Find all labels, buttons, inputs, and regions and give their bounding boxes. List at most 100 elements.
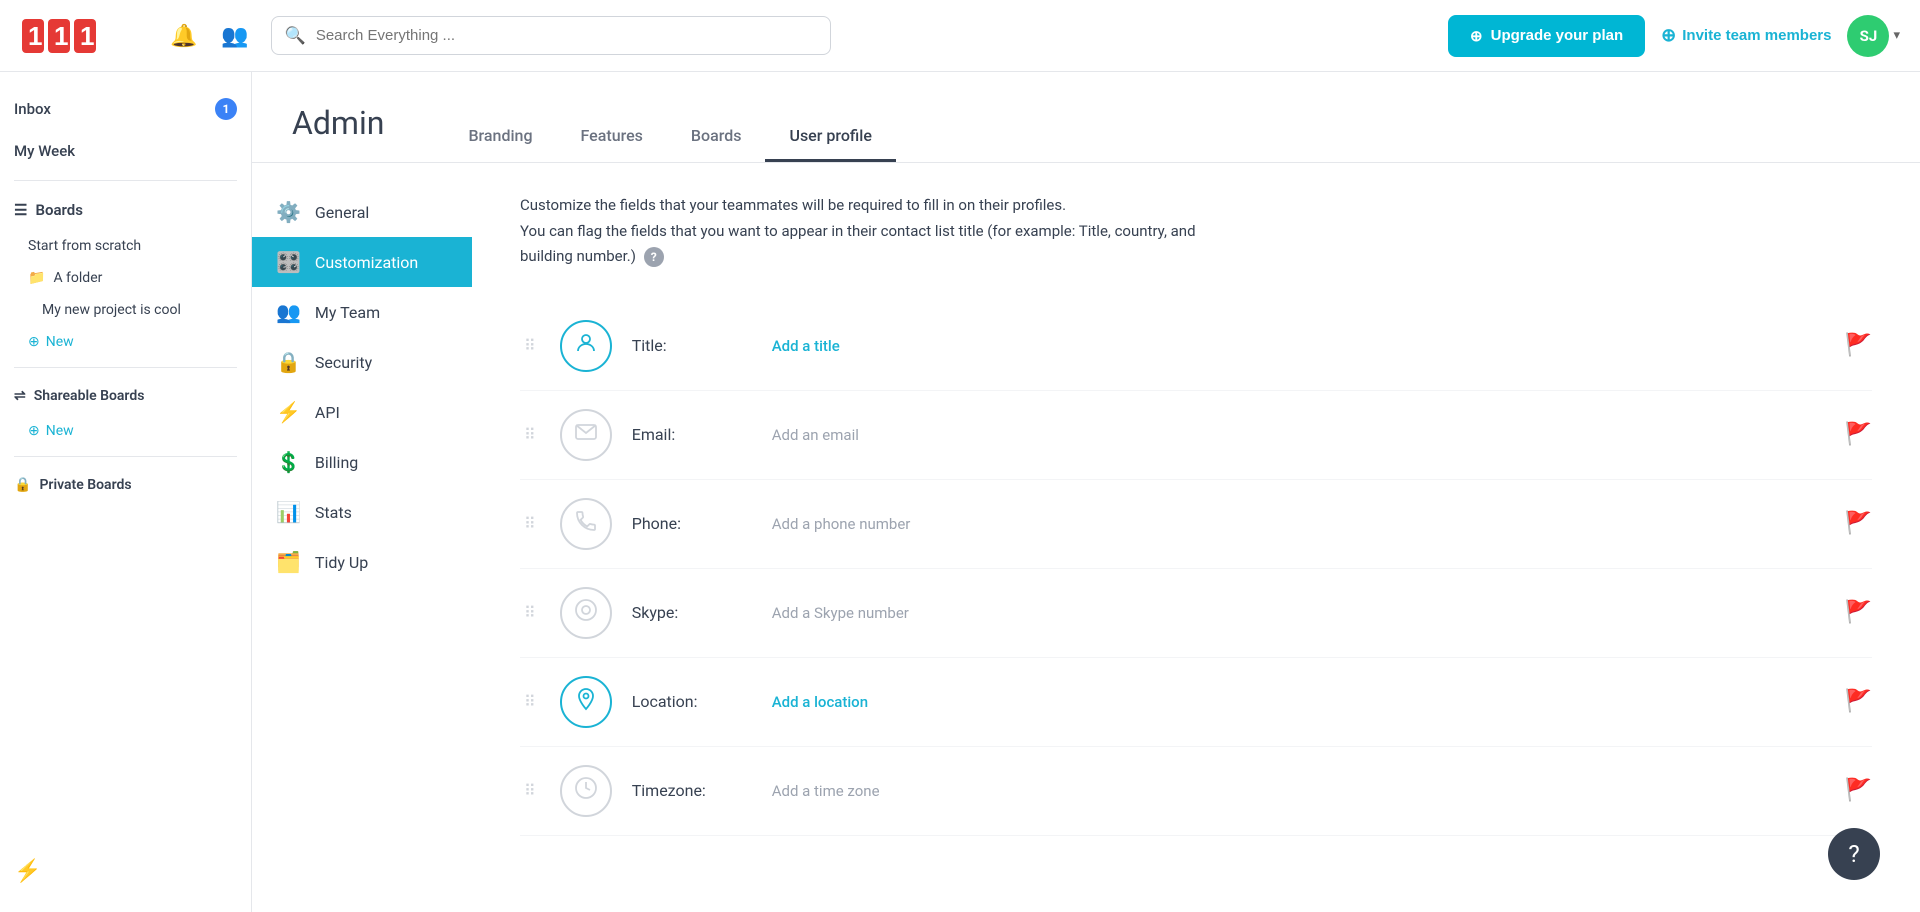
avatar[interactable]: SJ bbox=[1847, 15, 1889, 57]
new-label-2: New bbox=[46, 423, 74, 439]
drag-handle-timezone[interactable]: ⠿ bbox=[520, 781, 540, 800]
email-field-icon bbox=[574, 420, 598, 450]
boards-label: Boards bbox=[35, 201, 82, 219]
sidebar-project[interactable]: My new project is cool bbox=[0, 295, 251, 325]
field-icon-wrap-title bbox=[560, 320, 612, 372]
phone-field-icon bbox=[574, 509, 598, 539]
new-plus-icon-1: ⊕ bbox=[28, 334, 40, 350]
phone-value[interactable]: Add a phone number bbox=[772, 515, 1825, 533]
billing-label: Billing bbox=[315, 453, 358, 472]
field-icon-wrap-timezone bbox=[560, 765, 612, 817]
sidebar-divider-1 bbox=[14, 180, 237, 181]
body: Inbox 1 My Week ☰ Boards Start from scra… bbox=[0, 72, 1920, 912]
tab-user-profile[interactable]: User profile bbox=[765, 112, 895, 162]
drag-handle-location[interactable]: ⠿ bbox=[520, 692, 540, 711]
title-value[interactable]: Add a title bbox=[772, 337, 1825, 355]
security-icon: 🔒 bbox=[276, 350, 301, 374]
tab-boards[interactable]: Boards bbox=[667, 112, 766, 162]
admin-sidebar: ⚙️ General 🎛️ Customization 👥 My Team 🔒 … bbox=[252, 163, 472, 912]
profile-content: Customize the fields that your teammates… bbox=[472, 163, 1920, 912]
title-flag-icon[interactable]: 🚩 bbox=[1845, 333, 1872, 358]
admin-menu-stats[interactable]: 📊 Stats bbox=[252, 487, 472, 537]
sidebar-new-button-2[interactable]: ⊕ New bbox=[0, 416, 251, 446]
admin-tabs: Branding Features Boards User profile bbox=[444, 112, 895, 162]
shareable-label: Shareable Boards bbox=[34, 388, 145, 404]
drag-handle-skype[interactable]: ⠿ bbox=[520, 603, 540, 622]
admin-menu-billing[interactable]: 💲 Billing bbox=[252, 437, 472, 487]
invite-button[interactable]: ⊕ Invite team members bbox=[1661, 25, 1831, 46]
avatar-initials: SJ bbox=[1860, 27, 1878, 45]
header: 1 1 1 🔔 👥 🔍 ⊕ Upgrade your plan ⊕ Invite… bbox=[0, 0, 1920, 72]
search-icon: 🔍 bbox=[285, 26, 306, 46]
field-timezone: ⠿ Timezone: Add a time zone 🚩 bbox=[520, 747, 1872, 836]
admin-menu-customization[interactable]: 🎛️ Customization bbox=[252, 237, 472, 287]
skype-flag-icon[interactable]: 🚩 bbox=[1845, 600, 1872, 625]
sidebar-private-boards[interactable]: 🔒 Private Boards bbox=[0, 467, 251, 503]
private-label: Private Boards bbox=[39, 477, 131, 493]
invite-label: Invite team members bbox=[1682, 27, 1831, 44]
skype-value[interactable]: Add a Skype number bbox=[772, 604, 1825, 622]
location-value[interactable]: Add a location bbox=[772, 693, 1825, 711]
svg-text:1: 1 bbox=[54, 21, 68, 51]
billing-icon: 💲 bbox=[276, 450, 301, 474]
team-button[interactable]: 👥 bbox=[215, 17, 254, 55]
svg-text:1: 1 bbox=[80, 21, 94, 51]
drag-handle-title[interactable]: ⠿ bbox=[520, 336, 540, 355]
admin-menu-tidy-up[interactable]: 🗂️ Tidy Up bbox=[252, 537, 472, 587]
upgrade-button[interactable]: ⊕ Upgrade your plan bbox=[1448, 15, 1645, 57]
help-icon: ? bbox=[1848, 840, 1859, 868]
security-label: Security bbox=[315, 353, 372, 372]
field-icon-wrap-location bbox=[560, 676, 612, 728]
sidebar-item-inbox[interactable]: Inbox 1 bbox=[0, 88, 251, 130]
sidebar-item-my-week[interactable]: My Week bbox=[0, 132, 251, 170]
tab-branding[interactable]: Branding bbox=[444, 112, 556, 162]
avatar-caret[interactable]: ▾ bbox=[1893, 28, 1900, 43]
sidebar-boards-header[interactable]: ☰ Boards bbox=[0, 191, 251, 229]
admin-menu-general[interactable]: ⚙️ General bbox=[252, 187, 472, 237]
tidy-up-label: Tidy Up bbox=[315, 553, 368, 572]
field-icon-wrap-email bbox=[560, 409, 612, 461]
upgrade-label: Upgrade your plan bbox=[1491, 27, 1624, 44]
admin-title: Admin bbox=[292, 104, 384, 162]
my-team-label: My Team bbox=[315, 303, 380, 322]
sidebar-divider-3 bbox=[14, 456, 237, 457]
tab-features[interactable]: Features bbox=[557, 112, 667, 162]
search-input[interactable] bbox=[271, 16, 831, 55]
phone-label: Phone: bbox=[632, 514, 752, 533]
customization-label: Customization bbox=[315, 253, 418, 272]
folder-label: A folder bbox=[53, 270, 102, 286]
timezone-flag-icon[interactable]: 🚩 bbox=[1845, 778, 1872, 803]
share-icon: ⇌ bbox=[14, 388, 26, 404]
email-flag-icon[interactable]: 🚩 bbox=[1845, 422, 1872, 447]
invite-plus-icon: ⊕ bbox=[1661, 25, 1676, 46]
skype-label: Skype: bbox=[632, 603, 752, 622]
notifications-button[interactable]: 🔔 bbox=[164, 17, 203, 55]
timezone-value[interactable]: Add a time zone bbox=[772, 782, 1825, 800]
admin-menu-security[interactable]: 🔒 Security bbox=[252, 337, 472, 387]
lock-icon: 🔒 bbox=[14, 477, 31, 493]
sidebar-folder[interactable]: 📁 A folder bbox=[0, 263, 251, 293]
stats-icon: 📊 bbox=[276, 500, 301, 524]
boards-hamburger-icon: ☰ bbox=[14, 201, 27, 219]
upgrade-icon: ⊕ bbox=[1470, 27, 1483, 45]
main: Admin Branding Features Boards User prof… bbox=[252, 72, 1920, 912]
title-label: Title: bbox=[632, 336, 752, 355]
timezone-label: Timezone: bbox=[632, 781, 752, 800]
api-label: API bbox=[315, 403, 340, 422]
email-value[interactable]: Add an email bbox=[772, 426, 1825, 444]
drag-handle-email[interactable]: ⠿ bbox=[520, 425, 540, 444]
description-help-icon[interactable]: ? bbox=[644, 247, 664, 267]
email-label: Email: bbox=[632, 425, 752, 444]
drag-handle-phone[interactable]: ⠿ bbox=[520, 514, 540, 533]
help-bubble[interactable]: ? bbox=[1828, 828, 1880, 880]
lightning-icon[interactable]: ⚡ bbox=[14, 859, 41, 884]
logo[interactable]: 1 1 1 bbox=[20, 11, 140, 61]
app-root: 1 1 1 🔔 👥 🔍 ⊕ Upgrade your plan ⊕ Invite… bbox=[0, 0, 1920, 912]
phone-flag-icon[interactable]: 🚩 bbox=[1845, 511, 1872, 536]
sidebar-start-scratch[interactable]: Start from scratch bbox=[0, 231, 251, 261]
location-flag-icon[interactable]: 🚩 bbox=[1845, 689, 1872, 714]
sidebar-new-button-1[interactable]: ⊕ New bbox=[0, 327, 251, 357]
sidebar-shareable-boards[interactable]: ⇌ Shareable Boards bbox=[0, 378, 251, 414]
admin-menu-my-team[interactable]: 👥 My Team bbox=[252, 287, 472, 337]
admin-menu-api[interactable]: ⚡ API bbox=[252, 387, 472, 437]
